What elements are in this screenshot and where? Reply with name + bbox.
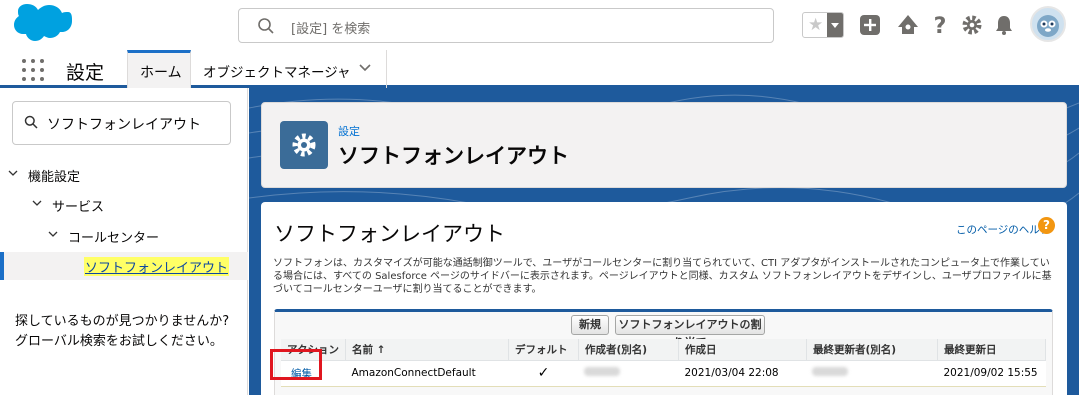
chevron-down-icon[interactable] — [8, 170, 18, 177]
app-launcher-icon[interactable] — [22, 59, 44, 81]
table-row: 編集 AmazonConnectDefault ✓ 2021/03/04 22:… — [281, 360, 1046, 387]
favorites-button[interactable]: ★ — [802, 12, 844, 38]
breadcrumb[interactable]: 設定 — [338, 123, 360, 139]
tree-item-label: 機能設定 — [28, 170, 81, 185]
help-link[interactable]: このページのヘルプ — [956, 222, 1050, 237]
quick-find-value: ソフトフォンレイアウト — [47, 117, 201, 133]
global-header: [設定] を検索 ★ ? — [0, 0, 1079, 50]
redacted-value — [812, 367, 849, 376]
tree-item-feature-settings[interactable]: 機能設定 — [0, 161, 248, 189]
cell-created-date: 2021/03/04 22:08 — [678, 360, 807, 387]
main-content-area: 設定 ソフトフォンレイアウト ソフトフォンレイアウト このページのヘルプ ? ソ… — [249, 88, 1079, 395]
assign-layouts-button[interactable]: ソフトフォンレイアウトの割り当て — [615, 315, 765, 349]
cell-name: AmazonConnectDefault — [345, 360, 509, 387]
col-default[interactable]: デフォルト — [508, 339, 579, 361]
col-created-by[interactable]: 作成者(別名) — [578, 339, 679, 361]
add-icon[interactable] — [858, 13, 882, 37]
notification-bell-icon[interactable] — [992, 13, 1016, 37]
setup-sidebar: ソフトフォンレイアウト 機能設定 サービス コールセンター ソフトフォンレイアウ… — [0, 88, 248, 395]
setup-gear-icon — [280, 121, 328, 169]
help-icon[interactable]: ? — [928, 13, 952, 37]
global-search-input[interactable]: [設定] を検索 — [238, 8, 774, 43]
tab-home[interactable]: ホーム — [127, 50, 191, 88]
svg-text:?: ? — [934, 14, 947, 37]
description-text: ソフトフォンは、カスタマイズが可能な通話制御ツールで、ユーザがコールセンターに割… — [273, 258, 1052, 295]
list-button-bar: 新規 ソフトフォンレイアウトの割り当て — [275, 312, 1052, 349]
tree-item-service[interactable]: サービス — [0, 191, 248, 219]
tree-item-softphone-layouts[interactable]: ソフトフォンレイアウト — [0, 252, 248, 280]
avatar-image — [1037, 15, 1059, 37]
page-title: ソフトフォンレイアウト — [338, 144, 569, 168]
search-icon — [24, 115, 38, 129]
section-title: ソフトフォンレイアウト — [274, 222, 505, 246]
star-icon: ★ — [808, 15, 824, 35]
layouts-table: アクション 名前 ↑ デフォルト 作成者(別名) 作成日 最終更新者(別名) 最… — [281, 339, 1047, 387]
table-header-row: アクション 名前 ↑ デフォルト 作成者(別名) 作成日 最終更新者(別名) 最… — [281, 339, 1047, 361]
favorites-dropdown-icon[interactable] — [827, 13, 843, 37]
quick-find-input[interactable]: ソフトフォンレイアウト — [12, 101, 231, 145]
search-placeholder: [設定] を検索 — [291, 22, 371, 37]
col-modified-date[interactable]: 最終更新日 — [937, 339, 1047, 361]
gear-icon[interactable] — [960, 13, 984, 37]
not-found-hint: 探しているものが見つかりませんか? グローバル検索をお試しください。 — [15, 314, 230, 349]
col-modified-by[interactable]: 最終更新者(別名) — [806, 339, 938, 361]
cell-modified-date: 2021/09/02 15:55 — [937, 360, 1046, 387]
redacted-value — [584, 367, 621, 376]
trailhead-icon[interactable] — [896, 13, 920, 37]
cell-modified-by — [806, 360, 938, 387]
tree-item-label: ソフトフォンレイアウト — [84, 257, 230, 276]
chevron-down-icon[interactable] — [48, 231, 58, 238]
cell-created-by — [578, 360, 679, 387]
chevron-down-icon[interactable] — [32, 200, 42, 207]
col-name[interactable]: 名前 ↑ — [345, 339, 509, 361]
highlight-annotation-box — [270, 349, 322, 380]
tree-item-label: サービス — [52, 200, 105, 215]
search-icon — [258, 18, 274, 34]
app-name: 設定 — [66, 62, 105, 84]
page-header: 設定 ソフトフォンレイアウト — [261, 102, 1067, 188]
salesforce-logo[interactable] — [14, 4, 72, 46]
tab-home-label: ホーム — [140, 65, 182, 81]
user-avatar[interactable] — [1030, 6, 1066, 42]
default-checkmark-icon: ✓ — [508, 360, 579, 387]
new-button[interactable]: 新規 — [571, 315, 609, 335]
app-nav-bar: 設定 ホーム オブジェクトマネージャ — [0, 50, 1079, 88]
softphone-layout-list: 新規 ソフトフォンレイアウトの割り当て アクション 名前 ↑ デフォルト 作成者… — [274, 309, 1053, 395]
tree-item-call-center[interactable]: コールセンター — [0, 222, 248, 250]
col-created-date[interactable]: 作成日 — [678, 339, 807, 361]
help-question-icon[interactable]: ? — [1038, 217, 1055, 234]
tree-item-label: コールセンター — [68, 231, 160, 246]
tab-object-manager-label: オブジェクトマネージャ — [203, 65, 351, 81]
chevron-down-icon[interactable] — [359, 64, 371, 72]
tab-object-manager[interactable]: オブジェクトマネージャ — [191, 50, 387, 88]
content-panel: ソフトフォンレイアウト このページのヘルプ ? ソフトフォンは、カスタマイズが可… — [261, 202, 1067, 395]
